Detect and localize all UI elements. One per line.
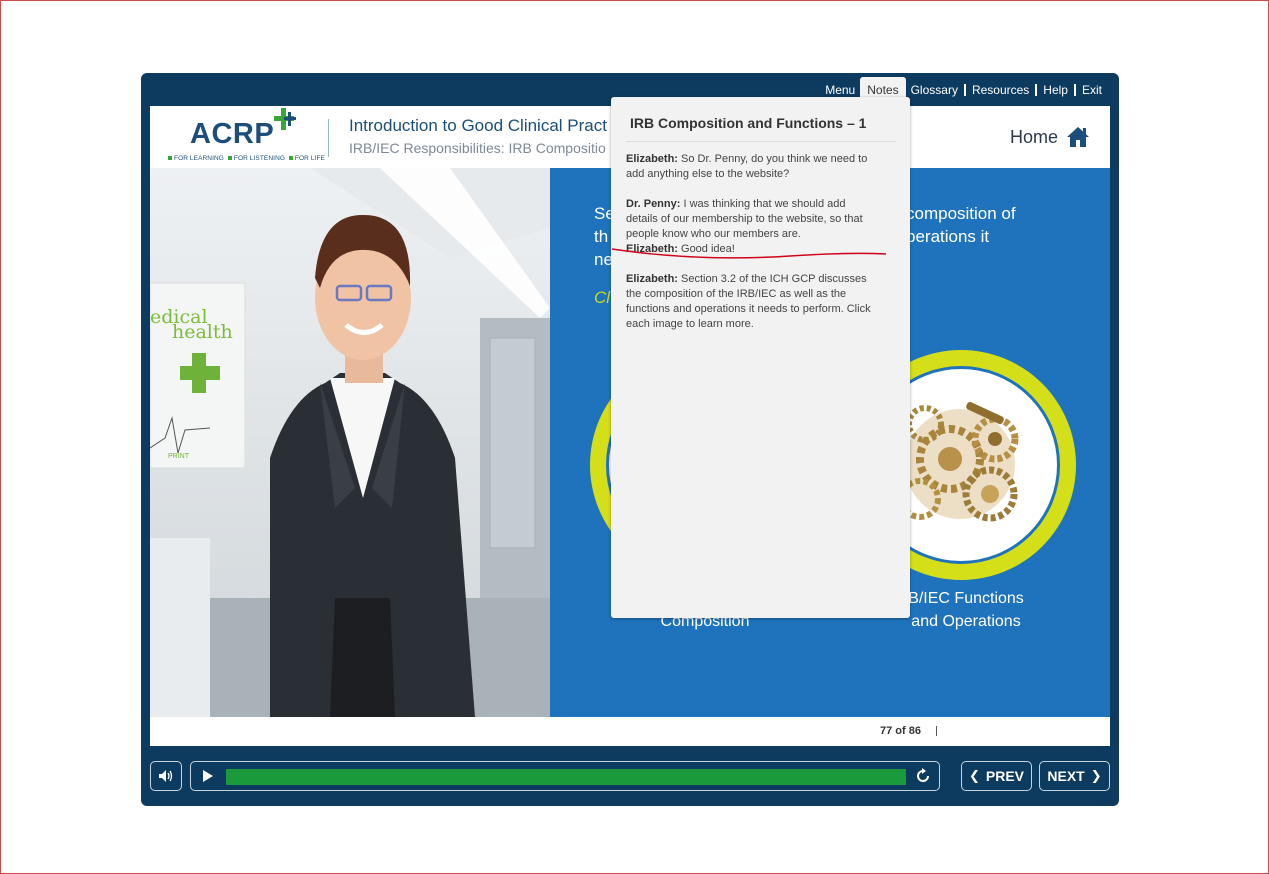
progress-fill — [226, 769, 906, 785]
footer-separator — [936, 726, 937, 736]
play-icon — [203, 770, 213, 782]
home-label: Home — [1009, 126, 1058, 147]
course-title: Introduction to Good Clinical Pract — [349, 116, 607, 135]
notes-entry: Elizabeth: Section 3.2 of the ICH GCP di… — [626, 273, 871, 330]
prev-button[interactable]: ❮ PREV — [961, 761, 1032, 791]
presenter-photo: edical health PRINT — [150, 168, 550, 717]
click-instruction: Cl — [594, 288, 611, 307]
nav-separator — [1073, 84, 1076, 96]
slide-footer: 77 of 86 — [150, 717, 1110, 746]
logo-cross-icon — [274, 108, 296, 130]
volume-button[interactable] — [150, 761, 182, 791]
page-counter: 77 of 86 — [880, 725, 921, 737]
notes-entry: Elizabeth: So Dr. Penny, do you think we… — [626, 153, 868, 180]
nav-separator — [1035, 84, 1038, 96]
prev-label: PREV — [985, 768, 1025, 784]
next-label: NEXT — [1047, 768, 1085, 784]
replay-icon — [917, 768, 929, 782]
progress-track[interactable] — [226, 769, 906, 785]
logo-tagline: FOR LEARNING FOR LISTENING FOR LIFE — [166, 155, 325, 162]
notes-divider — [626, 141, 896, 142]
notes-title: IRB Composition and Functions – 1 — [630, 115, 867, 131]
notes-panel: IRB Composition and Functions – 1 Elizab… — [611, 97, 910, 618]
chevron-left-icon: ❮ — [968, 768, 980, 783]
chevron-right-icon: ❯ — [1090, 768, 1102, 783]
nav-help[interactable]: Help — [1038, 77, 1073, 103]
notes-entry: Dr. Penny: I was thinking that we should… — [626, 198, 863, 240]
notes-body: Elizabeth: So Dr. Penny, do you think we… — [626, 152, 871, 347]
nav-glossary[interactable]: Glossary — [906, 77, 963, 103]
presenter-illustration: edical health PRINT — [150, 168, 550, 717]
nav-resources[interactable]: Resources — [967, 77, 1034, 103]
notes-entry: Elizabeth: Good idea! — [626, 243, 735, 255]
header-divider — [328, 119, 329, 157]
nav-separator — [963, 84, 966, 96]
speaker-icon — [159, 770, 173, 782]
intro-text-right: composition of perations it — [906, 204, 1016, 246]
course-subtitle: IRB/IEC Responsibilities: IRB Compositio — [349, 140, 606, 156]
nav-exit[interactable]: Exit — [1077, 77, 1107, 103]
sign-text-2: health — [172, 321, 233, 343]
playback-bar — [190, 761, 940, 791]
next-button[interactable]: NEXT ❯ — [1039, 761, 1110, 791]
replay-button[interactable] — [911, 762, 935, 790]
functions-label: B/IEC Functions and Operations — [908, 590, 1024, 630]
home-button[interactable]: Home — [1010, 126, 1090, 148]
play-button[interactable] — [195, 762, 221, 790]
home-icon — [1067, 127, 1089, 147]
sign-print: PRINT — [168, 453, 190, 460]
acrp-logo: ACRP FOR LEARNING FOR LISTENING FOR LIFE — [166, 108, 325, 166]
logo-wordmark: ACRP — [190, 118, 275, 150]
player-controls: ❮ PREV NEXT ❯ — [150, 761, 1110, 793]
